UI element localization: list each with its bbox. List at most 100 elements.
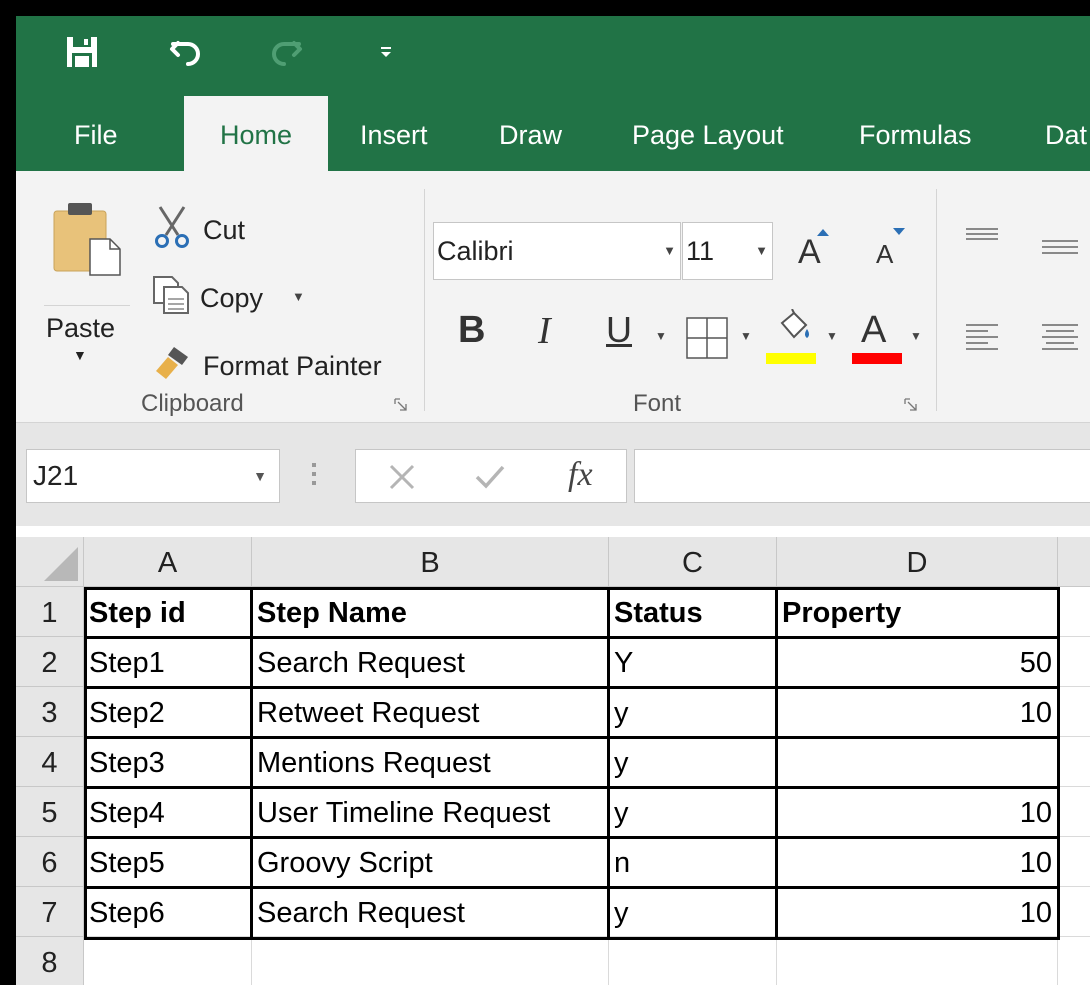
bold-button[interactable]: B bbox=[458, 309, 485, 352]
table-cell[interactable] bbox=[1058, 887, 1090, 937]
table-cell[interactable] bbox=[1058, 787, 1090, 837]
tab-home[interactable]: Home bbox=[184, 96, 328, 171]
table-border bbox=[84, 736, 1060, 739]
column-header-b[interactable]: B bbox=[252, 537, 609, 587]
italic-button[interactable]: I bbox=[538, 309, 551, 353]
table-border bbox=[84, 786, 1060, 789]
name-box-value: J21 bbox=[33, 460, 79, 491]
row-header[interactable]: 5 bbox=[16, 787, 84, 837]
fill-color-button[interactable] bbox=[766, 309, 818, 367]
table-cell[interactable] bbox=[84, 937, 252, 985]
paste-icon bbox=[53, 203, 121, 276]
shrink-font-button[interactable]: A bbox=[874, 223, 914, 273]
table-cell[interactable] bbox=[1058, 937, 1090, 985]
table-border bbox=[84, 886, 1060, 889]
tab-insert[interactable]: Insert bbox=[360, 96, 428, 171]
font-group-label: Font bbox=[633, 390, 682, 417]
group-separator bbox=[936, 189, 937, 411]
triangle-down-icon bbox=[893, 228, 905, 235]
select-all-button[interactable] bbox=[16, 537, 84, 587]
borders-icon[interactable] bbox=[686, 317, 728, 359]
copy-button[interactable]: Copy ▼ bbox=[152, 271, 322, 315]
font-name-combo[interactable]: Calibri ▼ bbox=[433, 222, 681, 280]
worksheet-grid[interactable]: A B C D 1 Step id Step Name Status Property 2… bbox=[16, 526, 1090, 985]
redo-icon[interactable] bbox=[264, 30, 308, 74]
cut-button[interactable]: Cut bbox=[152, 205, 252, 249]
table-cell[interactable] bbox=[609, 937, 777, 985]
select-all-triangle-icon bbox=[44, 547, 78, 581]
underline-button[interactable]: U bbox=[606, 309, 632, 351]
table-cell[interactable] bbox=[252, 937, 609, 985]
customize-qat-icon[interactable] bbox=[364, 30, 408, 74]
row-header[interactable]: 7 bbox=[16, 887, 84, 937]
align-left-icon[interactable] bbox=[964, 323, 1000, 351]
paintbrush-icon bbox=[156, 347, 188, 379]
grow-font-button[interactable]: A bbox=[796, 223, 836, 273]
save-icon[interactable] bbox=[60, 30, 104, 74]
paste-label: Paste bbox=[46, 313, 116, 343]
top-align-icon[interactable] bbox=[964, 227, 1000, 247]
undo-icon[interactable] bbox=[164, 30, 208, 74]
column-header-c[interactable]: C bbox=[609, 537, 777, 587]
font-size-combo[interactable]: 11 ▼ bbox=[682, 222, 773, 280]
table-cell[interactable] bbox=[1058, 687, 1090, 737]
name-box[interactable]: J21 ▼ bbox=[26, 449, 280, 503]
font-color-button[interactable]: A bbox=[851, 309, 903, 367]
column-header-a[interactable]: A bbox=[84, 537, 252, 587]
header-cell[interactable] bbox=[1058, 587, 1090, 637]
copy-icon bbox=[153, 276, 189, 314]
table-cell[interactable] bbox=[777, 937, 1058, 985]
chevron-down-icon[interactable]: ▼ bbox=[755, 223, 768, 279]
insert-function-button[interactable]: fx bbox=[568, 456, 593, 494]
clipboard-group-label: Clipboard bbox=[141, 390, 244, 417]
paste-button[interactable]: Paste ▼ bbox=[40, 201, 130, 431]
font-launcher-icon[interactable] bbox=[904, 398, 918, 412]
scissors-icon bbox=[155, 206, 189, 248]
chevron-down-icon[interactable]: ▼ bbox=[253, 450, 267, 502]
chevron-down-icon[interactable]: ▼ bbox=[663, 223, 676, 279]
table-cell[interactable] bbox=[1058, 837, 1090, 887]
copy-dropdown-icon[interactable]: ▼ bbox=[292, 289, 305, 304]
tab-formulas[interactable]: Formulas bbox=[859, 96, 972, 171]
table-cell[interactable] bbox=[1058, 637, 1090, 687]
clipboard-launcher-icon[interactable] bbox=[394, 398, 408, 412]
fill-color-swatch bbox=[766, 353, 816, 364]
row-header[interactable]: 4 bbox=[16, 737, 84, 787]
column-header-e[interactable] bbox=[1058, 537, 1090, 587]
row-header[interactable]: 2 bbox=[16, 637, 84, 687]
row-header[interactable]: 1 bbox=[16, 587, 84, 637]
format-painter-button[interactable]: Format Painter bbox=[152, 339, 412, 383]
row-header[interactable]: 6 bbox=[16, 837, 84, 887]
font-size-value: 11 bbox=[686, 236, 715, 266]
middle-align-icon[interactable] bbox=[1040, 239, 1080, 263]
copy-label: Copy bbox=[200, 283, 264, 313]
tab-draw[interactable]: Draw bbox=[499, 96, 562, 171]
tab-file[interactable]: File bbox=[74, 96, 118, 171]
grow-font-label: A bbox=[798, 233, 821, 271]
borders-dropdown-icon[interactable]: ▼ bbox=[740, 329, 752, 343]
tab-page-layout[interactable]: Page Layout bbox=[632, 96, 784, 171]
divider bbox=[44, 305, 130, 306]
tab-data[interactable]: Dat bbox=[1045, 96, 1087, 171]
fill-color-dropdown-icon[interactable]: ▼ bbox=[826, 329, 838, 343]
cut-label: Cut bbox=[203, 215, 246, 245]
font-color-dropdown-icon[interactable]: ▼ bbox=[910, 329, 922, 343]
column-header-d[interactable]: D bbox=[777, 537, 1058, 587]
paste-dropdown-icon[interactable]: ▼ bbox=[73, 347, 87, 363]
align-center-icon[interactable] bbox=[1040, 323, 1080, 351]
ribbon-home: Paste ▼ Cut Copy ▼ Format Painter Clipbo… bbox=[16, 171, 1090, 423]
font-color-label: A bbox=[861, 309, 887, 351]
drag-handle-icon[interactable] bbox=[312, 463, 316, 489]
excel-window: File Home Insert Draw Page Layout Formul… bbox=[16, 16, 1090, 985]
formula-input[interactable] bbox=[634, 449, 1090, 503]
underline-dropdown-icon[interactable]: ▼ bbox=[655, 329, 667, 343]
table-cell[interactable] bbox=[1058, 737, 1090, 787]
enter-icon[interactable] bbox=[474, 464, 506, 490]
cancel-icon[interactable] bbox=[388, 463, 416, 491]
triangle-up-icon bbox=[817, 229, 829, 236]
formula-buttons: fx bbox=[355, 449, 627, 503]
row-header[interactable]: 3 bbox=[16, 687, 84, 737]
title-bar bbox=[16, 16, 1090, 96]
ribbon-tabs: File Home Insert Draw Page Layout Formul… bbox=[16, 96, 1090, 171]
row-header[interactable]: 8 bbox=[16, 937, 84, 985]
